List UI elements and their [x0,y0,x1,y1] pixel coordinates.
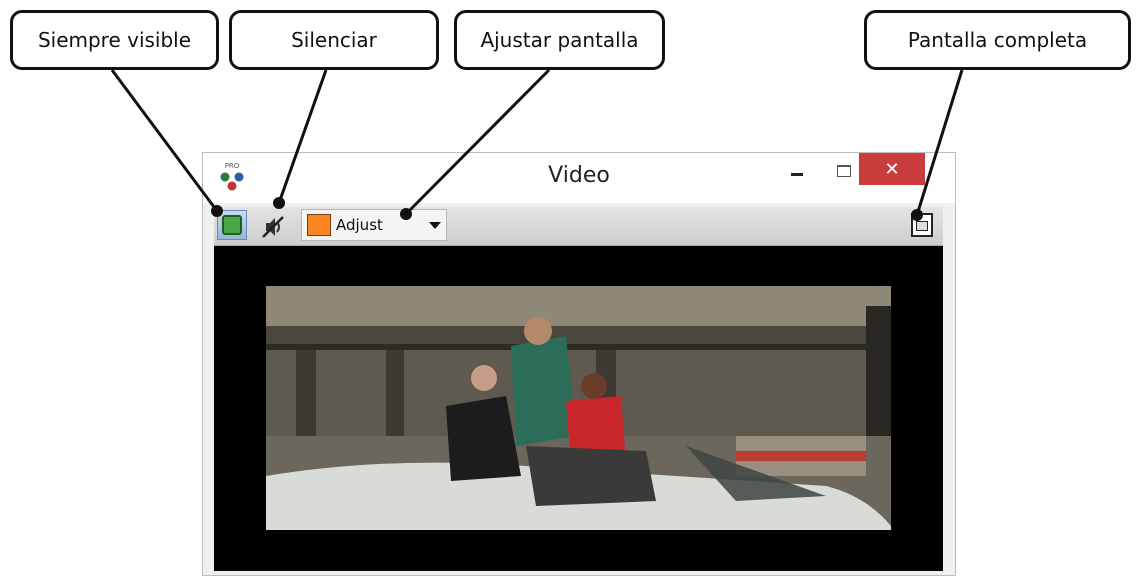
mute-button[interactable] [260,214,286,240]
video-display[interactable] [214,246,943,571]
fit-screen-label: Adjust [336,216,383,234]
close-button[interactable]: ✕ [859,153,925,185]
fit-screen-dropdown[interactable]: Adjust [301,209,447,241]
video-frame [266,286,891,530]
dropdown-arrow-icon [429,222,441,229]
callout-ajustar-pantalla: Ajustar pantalla [454,10,665,70]
maximize-icon [837,165,851,177]
close-icon: ✕ [884,158,900,180]
maximize-button[interactable] [829,153,859,189]
fullscreen-icon [916,221,928,231]
callout-siempre-visible: Siempre visible [10,10,219,70]
adjust-color-icon [307,214,331,236]
always-on-top-button[interactable] [217,210,247,240]
callout-silenciar: Silenciar [229,10,439,70]
video-player-window: PRO Video ✕ Adjust [202,152,956,576]
mute-icon [262,216,284,238]
fullscreen-button[interactable] [911,213,933,237]
player-toolbar: Adjust [214,207,943,246]
minimize-button[interactable] [775,153,819,189]
minimize-icon [791,172,803,176]
callout-pantalla-completa: Pantalla completa [864,10,1131,70]
pin-icon [222,215,242,235]
title-bar[interactable]: PRO Video ✕ [203,153,955,203]
